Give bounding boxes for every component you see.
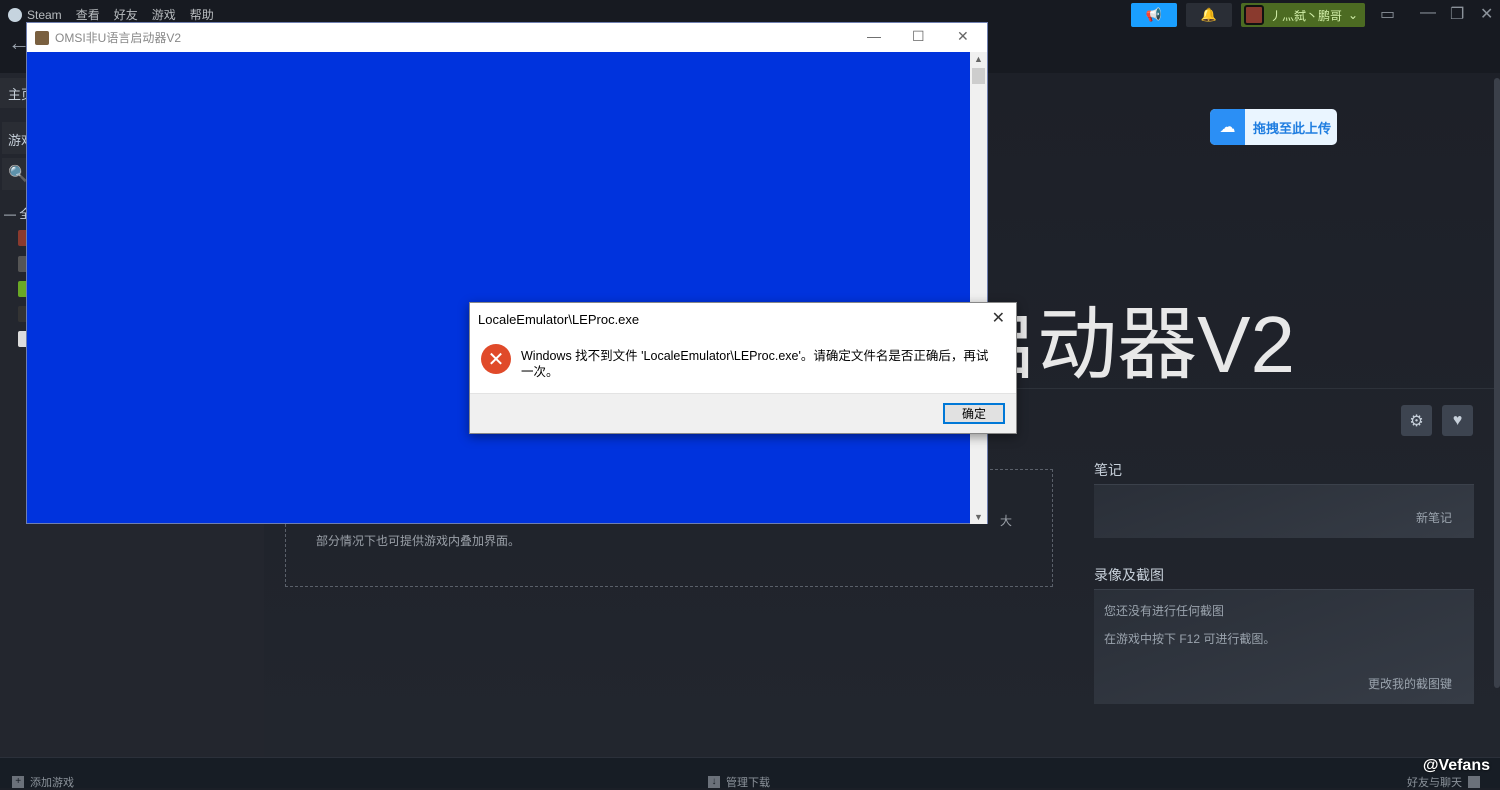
- watermark: @Vefans: [1422, 757, 1490, 774]
- steam-menu: Steam 查看 好友 游戏 帮助: [8, 6, 214, 23]
- screenshots-heading: 录像及截图: [1094, 567, 1164, 583]
- dialog-title: LocaleEmulator\LEProc.exe: [478, 312, 640, 327]
- steam-logo-icon: [8, 7, 22, 22]
- notes-card: 新笔记: [1094, 484, 1474, 538]
- maximize-icon[interactable]: ☐: [912, 28, 925, 45]
- user-menu[interactable]: 丿灬弑丶鹏哥 ⌄: [1241, 3, 1365, 27]
- close-icon[interactable]: ✕: [957, 28, 969, 45]
- scroll-thumb[interactable]: [972, 68, 985, 84]
- notifications-button[interactable]: 🔔: [1186, 3, 1232, 27]
- overlay-text: 大: [999, 514, 1012, 528]
- change-screenshot-key-link[interactable]: 更改我的截图键: [1368, 675, 1452, 692]
- launcher-scrollbar[interactable]: ▲ ▼: [970, 52, 987, 524]
- screenshots-hint: 在游戏中按下 F12 可进行截图。: [1104, 632, 1276, 646]
- search-icon: 🔍: [8, 166, 28, 183]
- download-icon: ↓: [708, 776, 720, 788]
- announcements-button[interactable]: 📢: [1131, 3, 1177, 27]
- dialog-close-icon[interactable]: ✕: [992, 308, 1005, 328]
- avatar: [1244, 5, 1264, 25]
- dialog-message: Windows 找不到文件 'LocaleEmulator\LEProc.exe…: [521, 349, 989, 379]
- new-note-link[interactable]: 新笔记: [1416, 509, 1452, 526]
- notes-heading: 笔记: [1094, 462, 1122, 478]
- main-scrollbar[interactable]: [1494, 78, 1500, 688]
- heart-icon: ♥: [1452, 411, 1463, 429]
- error-icon: ✕: [481, 344, 511, 374]
- ok-button[interactable]: 确定: [943, 403, 1005, 424]
- gear-icon: ⚙: [1409, 412, 1424, 430]
- chevron-down-icon: ⌄: [1348, 8, 1359, 22]
- favorite-button[interactable]: ♥: [1442, 405, 1473, 436]
- error-dialog: LocaleEmulator\LEProc.exe ✕ ✕ Windows 找不…: [469, 302, 1017, 434]
- launcher-title: OMSI非U语言启动器V2: [55, 31, 182, 45]
- dialog-button-bar: 确定: [470, 393, 1016, 433]
- settings-button[interactable]: ⚙: [1401, 405, 1432, 436]
- launcher-titlebar: OMSI非U语言启动器V2: [27, 23, 987, 52]
- launcher-window: OMSI非U语言启动器V2 — ☐ ✕ ▲ ▼: [26, 22, 988, 524]
- megaphone-icon: 📢: [1145, 7, 1163, 22]
- baidu-upload-label: 拖拽至此上传: [1253, 120, 1332, 136]
- minimize-icon[interactable]: —: [867, 28, 881, 44]
- menu-steam[interactable]: Steam: [8, 6, 62, 23]
- plus-icon: +: [12, 776, 24, 788]
- cloud-icon: ☁: [1210, 109, 1245, 145]
- menu-help[interactable]: 帮助: [190, 6, 214, 23]
- overlay-text: 部分情况下也可提供游戏内叠加界面。: [316, 534, 521, 548]
- app-icon: [35, 30, 49, 45]
- close-icon[interactable]: ✕: [1480, 4, 1493, 24]
- bell-icon: 🔔: [1200, 7, 1218, 22]
- big-picture-icon[interactable]: ▭: [1380, 4, 1395, 24]
- minimize-icon[interactable]: —: [1420, 4, 1436, 22]
- screenshots-card: 您还没有进行任何截图 在游戏中按下 F12 可进行截图。 更改我的截图键: [1094, 589, 1474, 704]
- menu-view[interactable]: 查看: [76, 6, 100, 23]
- steam-footer: + 添加游戏 ↓ 管理下载 好友与聊天: [0, 757, 1500, 789]
- restore-icon[interactable]: ❐: [1450, 4, 1464, 24]
- scroll-down-icon[interactable]: ▼: [974, 512, 983, 522]
- menu-steam-label: Steam: [27, 7, 62, 22]
- scroll-up-icon[interactable]: ▲: [974, 54, 983, 64]
- user-name: 丿灬弑丶鹏哥: [1270, 8, 1343, 23]
- menu-games[interactable]: 游戏: [152, 6, 176, 23]
- screenshots-empty: 您还没有进行任何截图: [1104, 604, 1225, 618]
- menu-friends[interactable]: 好友: [114, 6, 138, 23]
- friends-icon: [1468, 776, 1480, 788]
- baidu-upload-widget[interactable]: ☁ 拖拽至此上传: [1210, 109, 1337, 145]
